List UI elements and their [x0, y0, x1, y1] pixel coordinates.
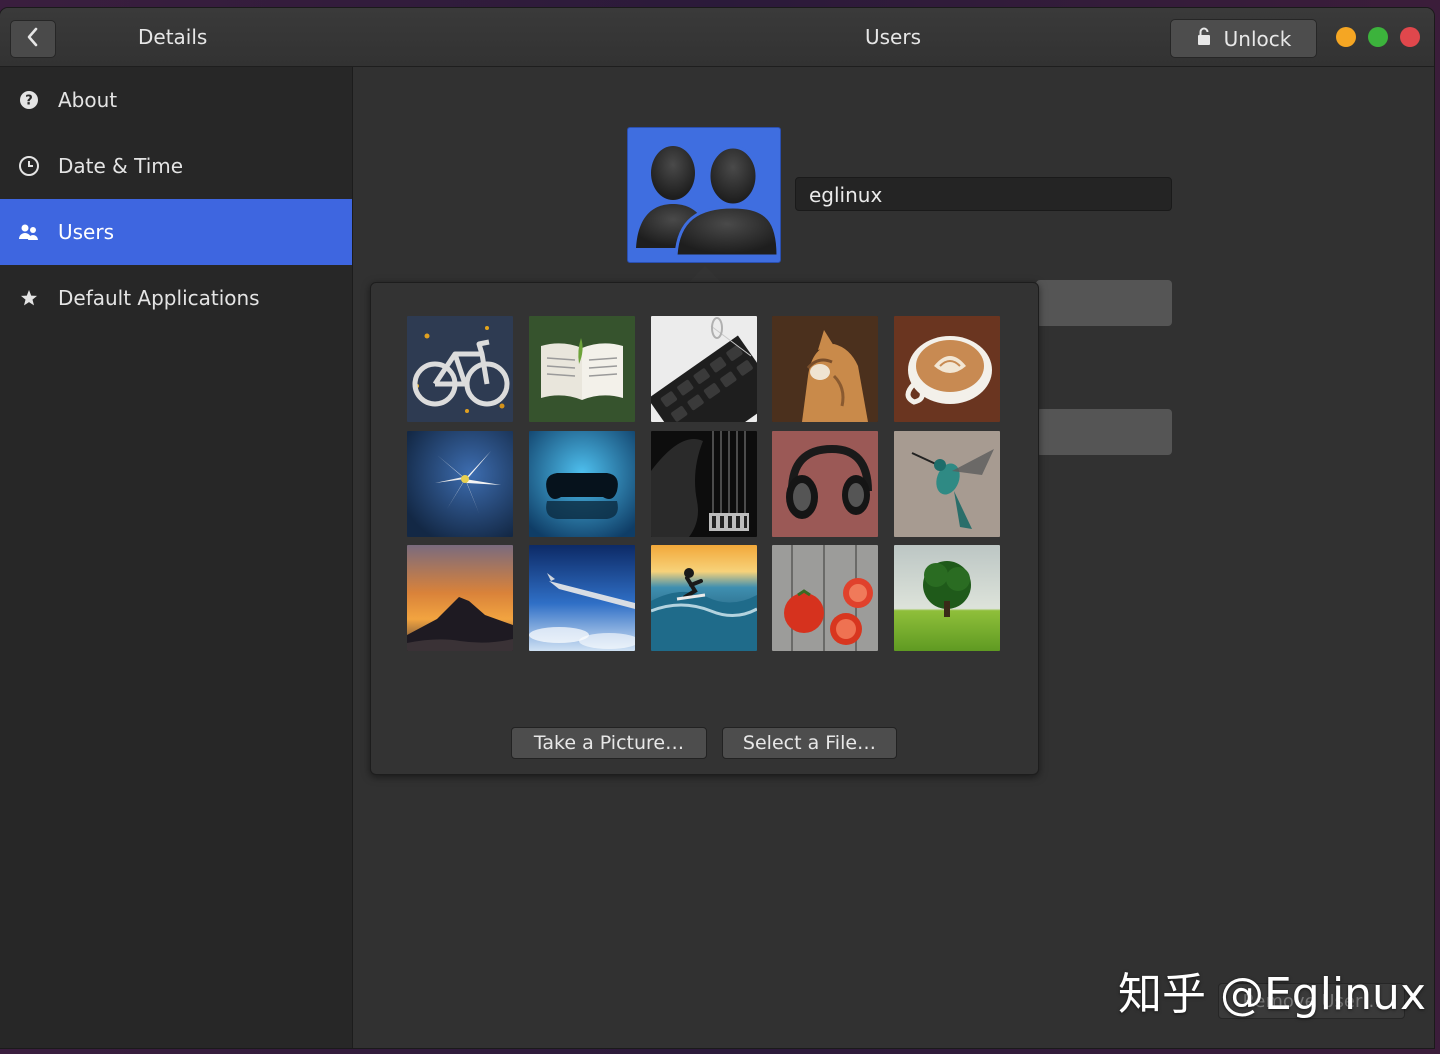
- header-bar: Details Users Unlock: [0, 8, 1434, 67]
- avatar-option-headphones[interactable]: [772, 431, 878, 537]
- select-file-button[interactable]: Select a File…: [722, 727, 897, 759]
- users-icon: [18, 221, 40, 243]
- avatar-option-guitar[interactable]: [651, 431, 757, 537]
- unlock-button[interactable]: Unlock: [1170, 19, 1317, 58]
- question-icon: ?: [18, 89, 40, 111]
- sidebar-item-about[interactable]: ? About: [0, 67, 352, 133]
- avatar-option-surfer[interactable]: [651, 545, 757, 651]
- avatar-option-tomatoes[interactable]: [772, 545, 878, 651]
- sidebar-item-label: About: [58, 88, 118, 112]
- avatar-option-flower[interactable]: [407, 431, 513, 537]
- take-picture-button[interactable]: Take a Picture…: [511, 727, 707, 759]
- sidebar-item-users[interactable]: Users: [0, 199, 352, 265]
- avatar-option-mountain[interactable]: [407, 545, 513, 651]
- sidebar: ? About Date & Time Users Default Applic…: [0, 67, 353, 1048]
- user-avatar-button[interactable]: [627, 127, 781, 263]
- password-row[interactable]: [1036, 409, 1172, 455]
- avatar-option-coffee[interactable]: [894, 316, 1000, 422]
- section-title: Details: [138, 25, 208, 49]
- svg-text:?: ?: [25, 94, 33, 109]
- default-users-avatar-icon: [628, 145, 780, 262]
- unlock-label: Unlock: [1223, 26, 1292, 51]
- chevron-left-icon: [26, 27, 40, 51]
- username-field[interactable]: eglinux: [795, 177, 1172, 211]
- back-button[interactable]: [10, 20, 56, 58]
- sidebar-item-date-time[interactable]: Date & Time: [0, 133, 352, 199]
- avatar-option-calculator[interactable]: [651, 316, 757, 422]
- close-button[interactable]: [1400, 27, 1420, 47]
- clock-icon: [18, 155, 40, 177]
- maximize-button[interactable]: [1368, 27, 1388, 47]
- sidebar-item-default-applications[interactable]: Default Applications: [0, 265, 352, 331]
- avatar-option-bicycle[interactable]: [407, 316, 513, 422]
- account-type-row[interactable]: [1036, 280, 1172, 326]
- avatar-option-plane[interactable]: [529, 545, 635, 651]
- panel-title: Users: [865, 25, 922, 49]
- sidebar-item-label: Date & Time: [58, 154, 184, 178]
- minimize-button[interactable]: [1336, 27, 1356, 47]
- avatar-option-cat[interactable]: [772, 316, 878, 422]
- sidebar-item-label: Users: [58, 220, 115, 244]
- star-icon: [18, 287, 40, 309]
- avatar-option-book[interactable]: [529, 316, 635, 422]
- sidebar-item-label: Default Applications: [58, 286, 260, 310]
- lock-icon: [1196, 26, 1212, 51]
- popover-arrow: [688, 266, 722, 283]
- watermark: 知乎 @Eglinux: [1118, 969, 1426, 1020]
- avatar-option-gamepad[interactable]: [529, 431, 635, 537]
- avatar-option-tree[interactable]: [894, 545, 1000, 651]
- avatar-option-hummingbird[interactable]: [894, 431, 1000, 537]
